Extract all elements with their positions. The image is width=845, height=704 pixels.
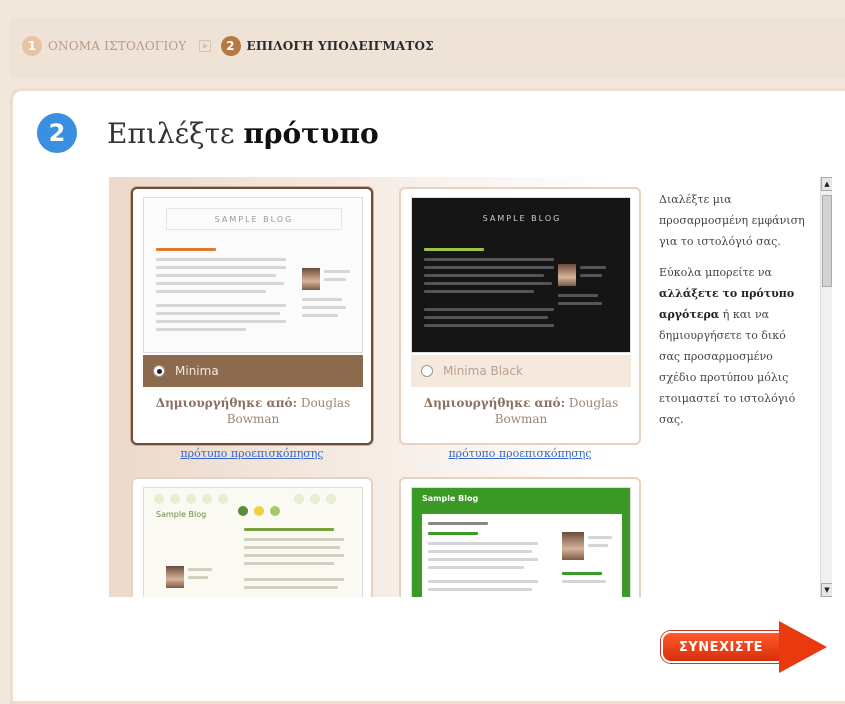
radio-button[interactable] [153, 365, 165, 377]
thumbnail-blog-title: Sample Blog [422, 494, 479, 503]
description-para-2: Εύκολα μπορείτε να αλλάξετε το πρότυπο α… [659, 266, 796, 426]
arrow-right-icon[interactable] [779, 621, 827, 673]
thumbnail-blog-title: SAMPLE BLOG [166, 208, 342, 230]
template-thumbnail-minima-black[interactable]: SAMPLE BLOG [411, 197, 631, 353]
template-card-minima[interactable]: SAMPLE BLOG Minima Δημιουργήθηκε από: Do… [131, 187, 373, 445]
thumbnail-avatar [166, 566, 184, 588]
step-2-number: 2 [220, 36, 241, 56]
scroll-down-icon[interactable]: ▼ [821, 583, 832, 597]
step-1-number: 1 [22, 36, 42, 56]
template-card-minima-black[interactable]: SAMPLE BLOG Minima Black Δημιουργήθηκε α… [399, 187, 641, 445]
wizard-steps: 1 ΟΝΟΜΑ ΙΣΤΟΛΟΓΙΟΥ 2 ΕΠΙΛΟΓΗ ΥΠΟΔΕΙΓΜΑΤΟ… [22, 36, 434, 56]
template-name: Minima Black [443, 364, 523, 378]
template-radio-minima-black[interactable]: Minima Black [411, 355, 631, 387]
template-radio-minima[interactable]: Minima [143, 355, 363, 387]
template-card-3[interactable]: Sample Blog [131, 477, 373, 597]
author-prefix: Δημιουργήθηκε από: [423, 396, 565, 410]
title-regular: Επιλέξτε [107, 117, 244, 150]
main-panel: 2 Επιλέξτε πρότυπο SAMPLE BLOG Minima Δη… [10, 88, 845, 704]
step-2-label: ΕΠΙΛΟΓΗ ΥΠΟΔΕΙΓΜΑΤΟΣ [246, 39, 434, 53]
vertical-scrollbar[interactable]: ▲ ▼ [820, 177, 832, 597]
continue-label[interactable]: ΣΥΝΕΧΙΣΤΕ [661, 631, 781, 663]
author-prefix: Δημιουργήθηκε από: [155, 396, 297, 410]
step-1-label[interactable]: ΟΝΟΜΑ ΙΣΤΟΛΟΓΙΟΥ [48, 39, 187, 53]
template-description: Διαλέξτε μια προσαρμοσμένη εμφάνιση για … [659, 189, 809, 440]
description-para-1: Διαλέξτε μια προσαρμοσμένη εμφάνιση για … [659, 193, 805, 248]
template-chooser: SAMPLE BLOG Minima Δημιουργήθηκε από: Do… [109, 177, 832, 597]
continue-button[interactable]: ΣΥΝΕΧΙΣΤΕ [661, 621, 831, 673]
scroll-thumb[interactable] [822, 195, 832, 287]
thumbnail-avatar [558, 264, 576, 286]
template-author: Δημιουργήθηκε από: Douglas Bowman [143, 395, 363, 427]
template-name: Minima [175, 364, 219, 378]
scroll-up-icon[interactable]: ▲ [821, 177, 832, 191]
template-author: Δημιουργήθηκε από: Douglas Bowman [411, 395, 631, 427]
thumbnail-blog-title: Sample Blog [156, 510, 207, 519]
template-thumbnail-4[interactable]: Sample Blog [411, 487, 631, 597]
radio-button[interactable] [421, 365, 433, 377]
preview-link-minima[interactable]: πρότυπο προεπισκόπησης [131, 447, 373, 460]
preview-link-minima-black[interactable]: πρότυπο προεπισκόπησης [399, 447, 641, 460]
template-card-4[interactable]: Sample Blog [399, 477, 641, 597]
step-arrow-icon [198, 40, 211, 52]
title-bold: πρότυπο [243, 117, 379, 150]
thumbnail-avatar [302, 268, 320, 290]
step-badge: 2 [37, 113, 77, 153]
thumbnail-blog-title: SAMPLE BLOG [482, 214, 562, 223]
template-thumbnail-3[interactable]: Sample Blog [143, 487, 363, 597]
page-title: Επιλέξτε πρότυπο [107, 117, 379, 150]
wizard-bar: 1 ΟΝΟΜΑ ΙΣΤΟΛΟΓΙΟΥ 2 ΕΠΙΛΟΓΗ ΥΠΟΔΕΙΓΜΑΤΟ… [10, 18, 845, 78]
template-thumbnail-minima[interactable]: SAMPLE BLOG [143, 197, 363, 353]
thumbnail-avatar [562, 532, 584, 560]
